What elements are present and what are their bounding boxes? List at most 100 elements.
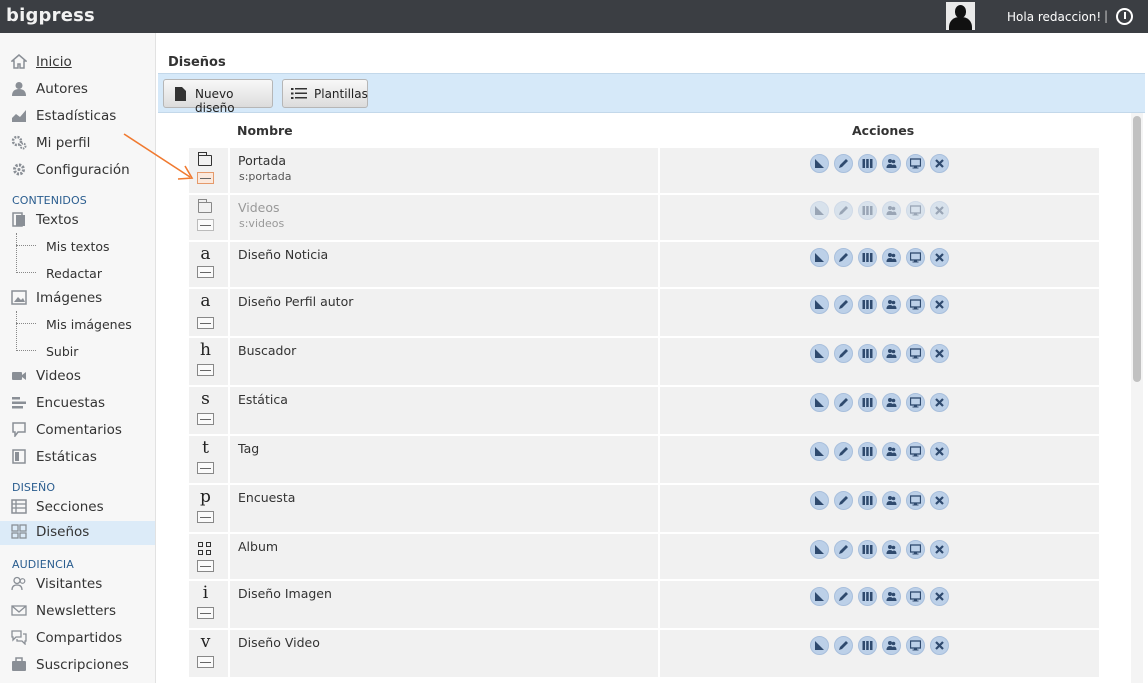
- users-icon[interactable]: [882, 201, 901, 220]
- sidebar-item-disenos[interactable]: Diseños: [0, 521, 155, 545]
- pencil-icon[interactable]: [834, 295, 853, 314]
- full-width-icon[interactable]: [197, 317, 214, 329]
- users-icon[interactable]: [882, 344, 901, 363]
- design-name[interactable]: Album: [238, 539, 278, 554]
- design-name[interactable]: Portada: [238, 153, 286, 168]
- full-width-icon[interactable]: [197, 607, 214, 619]
- sidebar-item-estaticas[interactable]: Estáticas: [0, 446, 155, 470]
- sidebar-item-mi-perfil[interactable]: Mi perfil: [0, 132, 155, 156]
- columns-icon[interactable]: [858, 442, 877, 461]
- monitor-icon[interactable]: [906, 154, 925, 173]
- design-name[interactable]: Diseño Video: [238, 635, 320, 650]
- close-icon[interactable]: [930, 393, 949, 412]
- users-icon[interactable]: [882, 154, 901, 173]
- sidebar-item-imagenes[interactable]: Imágenes: [0, 287, 155, 311]
- sidebar-item-textos[interactable]: Textos: [0, 209, 155, 233]
- columns-icon[interactable]: [858, 540, 877, 559]
- triangle-ruler-icon[interactable]: [810, 636, 829, 655]
- triangle-ruler-icon[interactable]: [810, 540, 829, 559]
- full-width-icon[interactable]: [197, 511, 214, 523]
- full-width-icon[interactable]: [197, 413, 214, 425]
- sidebar-item-secciones[interactable]: Secciones: [0, 496, 155, 520]
- columns-icon[interactable]: [858, 636, 877, 655]
- close-icon[interactable]: [930, 442, 949, 461]
- pencil-icon[interactable]: [834, 491, 853, 510]
- close-icon[interactable]: [930, 587, 949, 606]
- pencil-icon[interactable]: [834, 540, 853, 559]
- table-row[interactable]: s Estática: [189, 387, 1099, 434]
- full-width-icon[interactable]: [197, 462, 214, 474]
- monitor-icon[interactable]: [906, 344, 925, 363]
- sidebar-item-videos[interactable]: Videos: [0, 365, 155, 389]
- templates-button[interactable]: Plantillas: [282, 79, 368, 108]
- monitor-icon[interactable]: [906, 295, 925, 314]
- full-width-icon[interactable]: [197, 656, 214, 668]
- close-icon[interactable]: [930, 201, 949, 220]
- monitor-icon[interactable]: [906, 442, 925, 461]
- sidebar-item-mis-imagenes[interactable]: Mis imágenes: [0, 314, 155, 336]
- pencil-icon[interactable]: [834, 442, 853, 461]
- sidebar-item-visitantes[interactable]: Visitantes: [0, 573, 155, 597]
- close-icon[interactable]: [930, 491, 949, 510]
- table-row[interactable]: p Encuesta: [189, 485, 1099, 532]
- user-avatar[interactable]: [946, 2, 975, 30]
- design-name[interactable]: Encuesta: [238, 490, 295, 505]
- table-row[interactable]: i Diseño Imagen: [189, 581, 1099, 628]
- full-width-icon[interactable]: [197, 364, 214, 376]
- design-name[interactable]: Estática: [238, 392, 288, 407]
- sidebar-item-comentarios[interactable]: Comentarios: [0, 419, 155, 443]
- triangle-ruler-icon[interactable]: [810, 393, 829, 412]
- sidebar-item-encuestas[interactable]: Encuestas: [0, 392, 155, 416]
- columns-icon[interactable]: [858, 344, 877, 363]
- pencil-icon[interactable]: [834, 636, 853, 655]
- sidebar-item-newsletters[interactable]: Newsletters: [0, 600, 155, 624]
- sidebar-item-configuracion[interactable]: Configuración: [0, 159, 155, 183]
- columns-icon[interactable]: [858, 587, 877, 606]
- users-icon[interactable]: [882, 636, 901, 655]
- close-icon[interactable]: [930, 248, 949, 267]
- users-icon[interactable]: [882, 587, 901, 606]
- close-icon[interactable]: [930, 636, 949, 655]
- logout-power-icon[interactable]: [1116, 8, 1133, 25]
- pencil-icon[interactable]: [834, 393, 853, 412]
- table-row[interactable]: a Diseño Noticia: [189, 242, 1099, 287]
- table-row[interactable]: v Diseño Video: [189, 630, 1099, 677]
- pencil-icon[interactable]: [834, 201, 853, 220]
- close-icon[interactable]: [930, 540, 949, 559]
- sidebar-item-inicio[interactable]: Inicio: [0, 51, 155, 75]
- pencil-icon[interactable]: [834, 344, 853, 363]
- triangle-ruler-icon[interactable]: [810, 154, 829, 173]
- columns-icon[interactable]: [858, 295, 877, 314]
- monitor-icon[interactable]: [906, 393, 925, 412]
- close-icon[interactable]: [930, 295, 949, 314]
- design-name[interactable]: Buscador: [238, 343, 296, 358]
- monitor-icon[interactable]: [906, 587, 925, 606]
- triangle-ruler-icon[interactable]: [810, 248, 829, 267]
- close-icon[interactable]: [930, 154, 949, 173]
- triangle-ruler-icon[interactable]: [810, 442, 829, 461]
- users-icon[interactable]: [882, 248, 901, 267]
- table-row[interactable]: h Buscador: [189, 338, 1099, 385]
- sidebar-item-autores[interactable]: Autores: [0, 78, 155, 102]
- columns-icon[interactable]: [858, 393, 877, 412]
- table-row[interactable]: Portada s:portada: [189, 148, 1099, 193]
- columns-icon[interactable]: [858, 248, 877, 267]
- triangle-ruler-icon[interactable]: [810, 344, 829, 363]
- close-icon[interactable]: [930, 344, 949, 363]
- pencil-icon[interactable]: [834, 248, 853, 267]
- user-greeting[interactable]: Hola redaccion!: [1007, 10, 1101, 24]
- monitor-icon[interactable]: [906, 540, 925, 559]
- monitor-icon[interactable]: [906, 636, 925, 655]
- monitor-icon[interactable]: [906, 201, 925, 220]
- pencil-icon[interactable]: [834, 154, 853, 173]
- triangle-ruler-icon[interactable]: [810, 201, 829, 220]
- triangle-ruler-icon[interactable]: [810, 491, 829, 510]
- columns-icon[interactable]: [858, 154, 877, 173]
- sidebar-item-redactar[interactable]: Redactar: [0, 263, 155, 285]
- monitor-icon[interactable]: [906, 248, 925, 267]
- design-name[interactable]: Videos: [238, 200, 280, 215]
- design-name[interactable]: Tag: [238, 441, 259, 456]
- table-row[interactable]: a Diseño Perfil autor: [189, 289, 1099, 336]
- sidebar-item-mis-textos[interactable]: Mis textos: [0, 236, 155, 258]
- monitor-icon[interactable]: [906, 491, 925, 510]
